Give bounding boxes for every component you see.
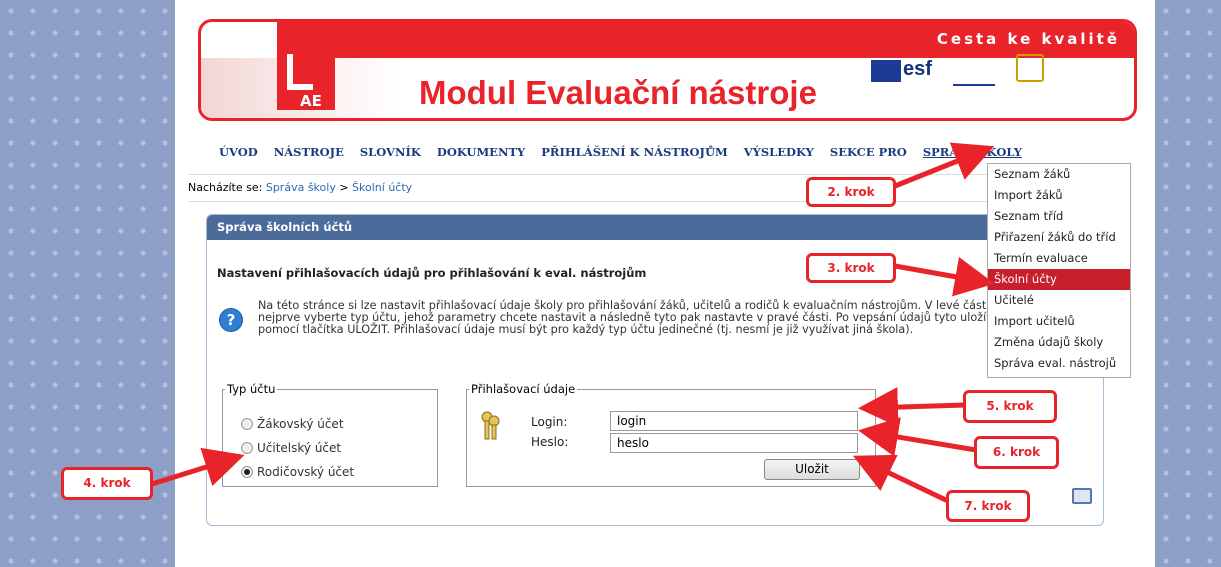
header-banner: Cesta ke kvalitě AE Modul Evaluační nást… (198, 19, 1137, 121)
menu-item-seznam-zaku[interactable]: Seznam žáků (988, 164, 1130, 185)
menu-item-skolni-ucty[interactable]: Školní účty (988, 269, 1130, 290)
nav-item-nastroje[interactable]: NÁSTROJE (274, 145, 344, 159)
msmt-logo (953, 56, 995, 86)
nav-item-vysledky[interactable]: VÝSLEDKY (744, 145, 814, 159)
radio-parent-account[interactable]: Rodičovský účet (241, 465, 354, 479)
menu-item-sprava-eval[interactable]: Správa eval. nástrojů (988, 353, 1130, 374)
section-title: Nastavení přihlašovacích údajů pro přihl… (217, 266, 647, 280)
ae-logo: AE (277, 44, 335, 110)
save-button[interactable]: Uložit (764, 459, 860, 480)
breadcrumb-link-skolni-ucty[interactable]: Školní účty (352, 181, 412, 194)
login-input[interactable] (610, 411, 858, 431)
nav-item-prihlaseni[interactable]: PŘIHLÁŠENÍ K NÁSTROJŮM (541, 145, 728, 159)
login-label: Login: (531, 415, 568, 429)
login-credentials-legend: Přihlašovací údaje (471, 382, 576, 396)
site-title: Modul Evaluační nástroje (419, 74, 817, 111)
nav-item-uvod[interactable]: ÚVOD (219, 145, 258, 159)
radio-teacher-account[interactable]: Učitelský účet (241, 441, 341, 455)
breadcrumb-link-sprava-skoly[interactable]: Správa školy (266, 181, 336, 194)
breadcrumb-label: Nacházíte se: (188, 181, 263, 194)
description-text: Na této stránce si lze nastavit přihlašo… (258, 299, 1002, 336)
login-credentials-group: Přihlašovací údaje Login: Heslo: Uložit (466, 382, 876, 487)
background-pattern-right (1155, 0, 1221, 567)
accounts-panel: Správa školních účtů Nastavení přihlašov… (206, 214, 1104, 526)
callout-step4: 4. krok (61, 467, 153, 500)
breadcrumb: Nacházíte se: Správa školy > Školní účty (188, 174, 1106, 202)
opvk-logo (1016, 54, 1044, 82)
breadcrumb-separator: > (339, 181, 349, 194)
menu-item-termin-evaluace[interactable]: Termín evaluace (988, 248, 1130, 269)
password-input[interactable] (610, 433, 858, 453)
help-icon: ? (219, 308, 243, 332)
panel-header: Správa školních účtů (207, 215, 1103, 240)
password-label: Heslo: (531, 435, 569, 449)
main-nav: ÚVOD NÁSTROJE SLOVNÍK DOKUMENTY PŘIHLÁŠE… (219, 145, 1038, 159)
nav-item-dokumenty[interactable]: DOKUMENTY (437, 145, 525, 159)
callout-step6: 6. krok (974, 436, 1059, 469)
nav-item-sekce-pro[interactable]: SEKCE PRO (830, 145, 907, 159)
menu-item-prirazeni-zaku[interactable]: Přiřazení žáků do tříd (988, 227, 1130, 248)
nav-item-sprava-skoly[interactable]: SPRÁVA ŠKOLY (923, 145, 1022, 159)
menu-item-seznam-trid[interactable]: Seznam tříd (988, 206, 1130, 227)
account-type-group: Typ účtu Žákovský účet Učitelský účet Ro… (222, 382, 438, 487)
menu-item-zmena-udaju[interactable]: Změna údajů školy (988, 332, 1130, 353)
radio-button-icon[interactable] (241, 442, 253, 454)
menu-item-import-ucitelu[interactable]: Import učitelů (988, 311, 1130, 332)
banner-motto: Cesta ke kvalitě (936, 30, 1120, 48)
print-icon[interactable] (1072, 488, 1092, 504)
radio-student-account[interactable]: Žákovský účet (241, 417, 344, 431)
callout-step3: 3. krok (806, 253, 896, 283)
esf-logo: esf (903, 58, 932, 80)
callout-step5: 5. krok (963, 390, 1057, 423)
menu-item-ucitele[interactable]: Učitelé (988, 290, 1130, 311)
account-type-legend: Typ účtu (227, 382, 276, 396)
eu-flag-icon (871, 60, 901, 82)
sprava-skoly-dropdown: Seznam žáků Import žáků Seznam tříd Přiř… (987, 163, 1131, 378)
nav-item-slovnik[interactable]: SLOVNÍK (360, 145, 421, 159)
callout-step7: 7. krok (946, 490, 1030, 522)
menu-item-import-zaku[interactable]: Import žáků (988, 185, 1130, 206)
keys-icon (481, 411, 500, 440)
radio-button-selected-icon[interactable] (241, 466, 253, 478)
radio-button-icon[interactable] (241, 418, 253, 430)
callout-step2: 2. krok (806, 177, 896, 207)
